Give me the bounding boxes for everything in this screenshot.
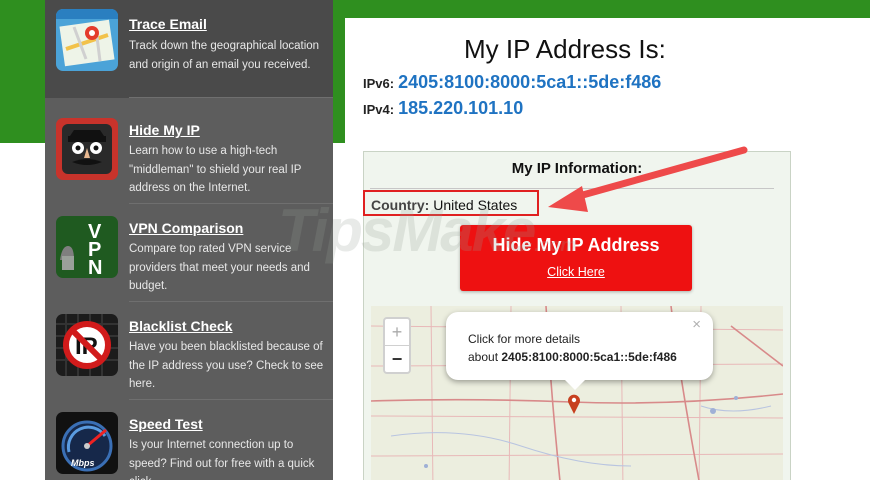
annotation-arrow-icon [548,146,748,212]
page: Trace Email Track down the geographical … [0,0,870,480]
